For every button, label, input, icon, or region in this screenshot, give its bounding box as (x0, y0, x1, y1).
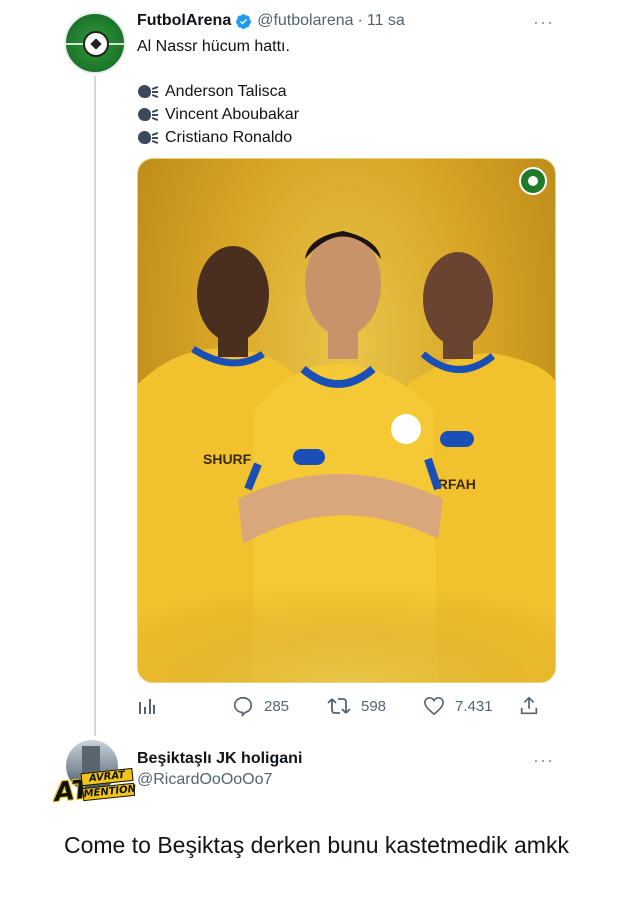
football-icon (83, 31, 109, 57)
author-handle[interactable]: @futbolarena (257, 12, 353, 30)
retweet-count: 598 (361, 697, 387, 715)
list-item: Anderson Talisca (137, 80, 299, 103)
retweet-icon (327, 698, 351, 714)
tweet-media-image[interactable]: SHURF JRFAH (137, 158, 556, 683)
like-count: 7.431 (455, 697, 493, 715)
separator-dot: · (357, 12, 363, 29)
player-name: Anderson Talisca (165, 83, 287, 100)
tweet-header: FutbolArena @futbolarena · 11 sa (137, 12, 405, 30)
share-icon (520, 696, 538, 715)
reply-count: 285 (264, 697, 290, 715)
avatar-badge-logo: AT AVRAT MENTION (52, 767, 137, 809)
players-illustration: SHURF JRFAH (138, 231, 555, 682)
jersey-text-left: SHURF (203, 451, 252, 467)
player-name: Vincent Aboubakar (165, 106, 300, 123)
thread-connector-line (94, 76, 96, 736)
views-button[interactable] (137, 694, 167, 718)
reply-more-options-button[interactable]: ··· (533, 750, 554, 771)
like-button[interactable]: 7.431 (423, 694, 493, 718)
speaking-head-icon (137, 129, 161, 147)
tweet-action-bar: 285 598 7.431 (137, 694, 547, 718)
football-logo-icon (519, 167, 547, 195)
player-name: Cristiano Ronaldo (165, 129, 293, 146)
reply-author-avatar[interactable]: AT AVRAT MENTION (53, 740, 137, 808)
retweet-button[interactable]: 598 (327, 694, 386, 718)
author-display-name[interactable]: FutbolArena (137, 12, 231, 30)
player-list: Anderson Talisca Vincent Aboubakar Crist… (137, 80, 299, 149)
reply-author-display-name[interactable]: Beşiktaşlı JK holigani (137, 750, 302, 768)
speaking-head-icon (137, 106, 161, 124)
reply-button[interactable]: 285 (232, 694, 289, 718)
reply-icon (233, 696, 253, 717)
more-options-button[interactable]: ··· (533, 12, 554, 33)
share-button[interactable] (518, 694, 550, 718)
list-item: Cristiano Ronaldo (137, 126, 299, 149)
tweet-text: Al Nassr hücum hattı. (137, 38, 290, 55)
verified-badge-icon (236, 13, 252, 29)
futbolarena-avatar[interactable] (64, 12, 126, 74)
reply-tweet-text: Come to Beşiktaş derken bunu kastetmedik… (64, 832, 569, 858)
list-item: Vincent Aboubakar (137, 103, 299, 126)
analytics-icon (139, 699, 155, 714)
reply-author-handle[interactable]: @RicardOoOoOo7 (137, 771, 272, 789)
heart-icon (424, 696, 444, 716)
tweet-timestamp[interactable]: 11 sa (367, 12, 405, 30)
speaking-head-icon (137, 83, 161, 101)
